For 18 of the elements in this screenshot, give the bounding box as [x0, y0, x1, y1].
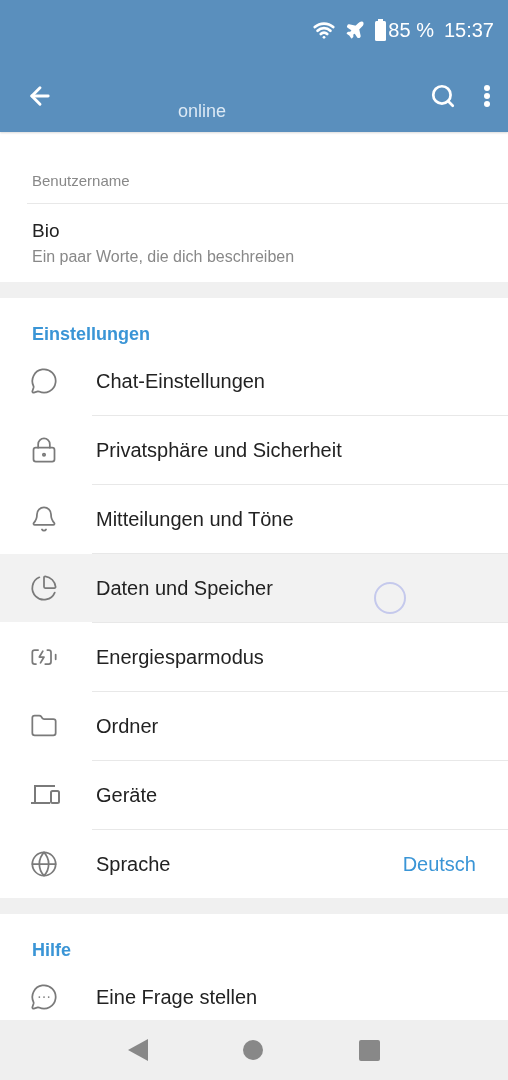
username-label: Benutzername [31, 171, 131, 191]
battery-icon [375, 19, 387, 41]
section-title: Einstellungen [31, 323, 151, 346]
back-nav-icon[interactable] [127, 1039, 148, 1061]
settings-item[interactable]: Daten und Speicher [0, 554, 508, 622]
search-icon [430, 83, 456, 109]
status-subtitle: online [178, 100, 228, 122]
touch-indicator [374, 582, 406, 614]
bio-hint: Ein paar Worte, die dich beschreiben [31, 248, 296, 267]
bio-title: Bio [31, 219, 61, 243]
home-nav-icon[interactable] [243, 1040, 264, 1060]
airplane-icon [345, 20, 366, 40]
more-icon [484, 85, 490, 107]
wifi-icon [313, 19, 336, 41]
section-title: Hilfe [31, 939, 72, 962]
battery-level: 85 % [388, 18, 434, 42]
clock: 15:37 [443, 18, 494, 42]
recents-nav-icon[interactable] [359, 1039, 381, 1061]
